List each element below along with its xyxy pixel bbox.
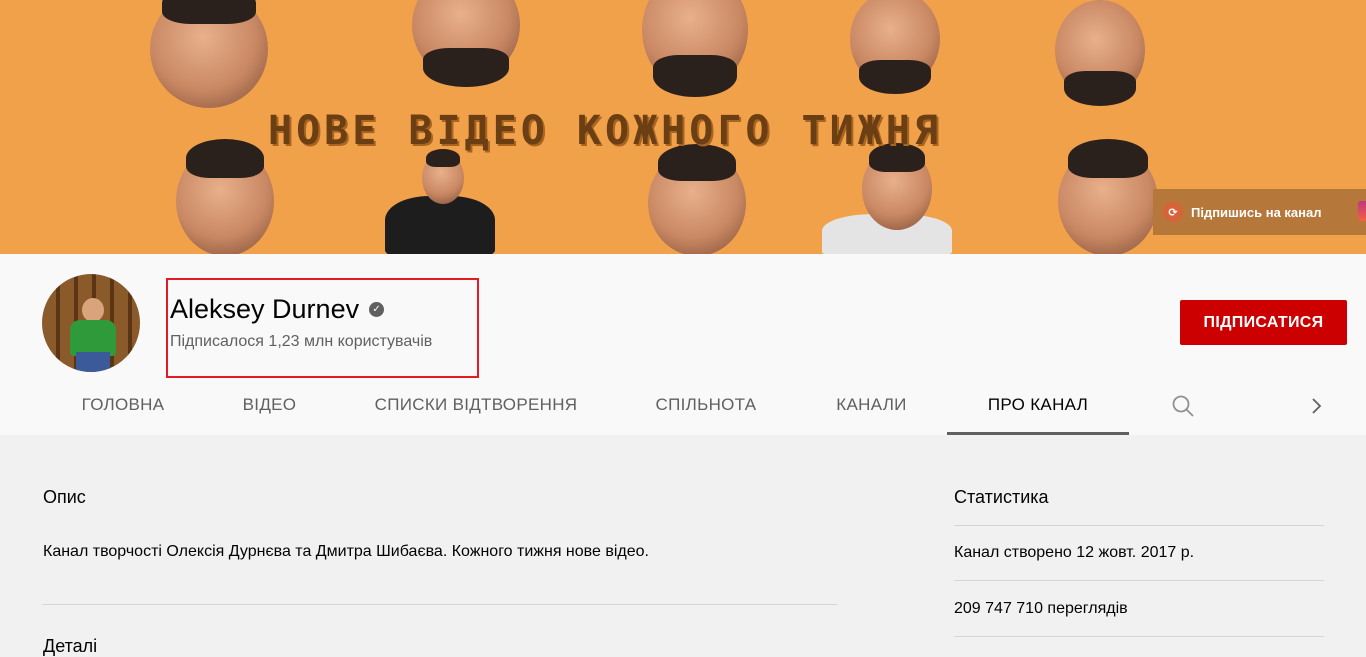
verified-check-icon: ✓ — [369, 302, 385, 317]
channel-avatar[interactable] — [42, 274, 140, 372]
tab-playlists[interactable]: СПИСКИ ВІДТВОРЕННЯ — [355, 378, 597, 435]
banner-face-1 — [150, 0, 268, 108]
subscribe-button[interactable]: ПІДПИСАТИСЯ — [1180, 300, 1347, 345]
search-icon[interactable] — [1170, 393, 1196, 419]
description-divider — [42, 604, 837, 605]
banner-face-4 — [850, 0, 940, 94]
channel-banner: НОВЕ ВІДЕО КОЖНОГО ТИЖНЯ ⟳ Підпишись на … — [0, 0, 1366, 254]
channel-tabs: ГОЛОВНА ВІДЕО СПИСКИ ВІДТВОРЕННЯ СПІЛЬНО… — [0, 378, 1366, 435]
stats-divider-2 — [954, 580, 1324, 581]
channel-header: Aleksey Durnev ✓ Підписалося 1,23 млн ко… — [0, 254, 1366, 435]
subscribe-link-icon: ⟳ — [1163, 202, 1183, 222]
stats-divider-3 — [954, 636, 1324, 637]
banner-face-8 — [648, 143, 746, 254]
banner-subscribe-link[interactable]: ⟳ Підпишись на канал — [1153, 189, 1366, 235]
stats-divider-1 — [954, 525, 1324, 526]
details-heading: Деталі — [43, 636, 98, 656]
avatar-figure-legs — [76, 352, 110, 372]
tab-channels[interactable]: КАНАЛИ — [815, 378, 928, 435]
avatar-figure-head — [82, 298, 104, 322]
channel-name-text: Aleksey Durnev — [170, 294, 360, 324]
banner-face-7 — [422, 148, 464, 204]
banner-subscribe-label: Підпишись на канал — [1191, 204, 1322, 220]
instagram-icon[interactable] — [1358, 201, 1366, 221]
stats-heading: Статистика — [954, 487, 1049, 507]
tab-videos[interactable]: ВІДЕО — [222, 378, 317, 435]
channel-view-count: 209 747 710 переглядів — [954, 600, 1128, 617]
banner-face-6 — [176, 139, 274, 254]
banner-face-2 — [412, 0, 520, 87]
tab-home[interactable]: ГОЛОВНА — [62, 378, 184, 435]
channel-description: Канал творчості Олексія Дурнєва та Дмитр… — [43, 543, 649, 560]
banner-face-9 — [862, 143, 932, 230]
chevron-right-icon[interactable] — [1306, 393, 1328, 419]
banner-face-3 — [642, 0, 748, 98]
banner-figure-shirt — [385, 196, 495, 254]
subscriber-count: Підписалося 1,23 млн користувачів — [170, 333, 433, 350]
tab-about[interactable]: ПРО КАНАЛ — [947, 378, 1129, 435]
description-heading: Опис — [43, 487, 86, 507]
tab-community[interactable]: СПІЛЬНОТА — [635, 378, 777, 435]
banner-face-5 — [1055, 0, 1145, 106]
banner-headline: НОВЕ ВІДЕО КОЖНОГО ТИЖНЯ — [268, 108, 942, 154]
banner-face-10 — [1058, 139, 1158, 254]
channel-title: Aleksey Durnev ✓ — [170, 294, 385, 325]
channel-created-date: Канал створено 12 жовт. 2017 р. — [954, 544, 1195, 561]
avatar-figure-body — [70, 320, 116, 356]
highlight-annotation-box — [166, 278, 479, 378]
